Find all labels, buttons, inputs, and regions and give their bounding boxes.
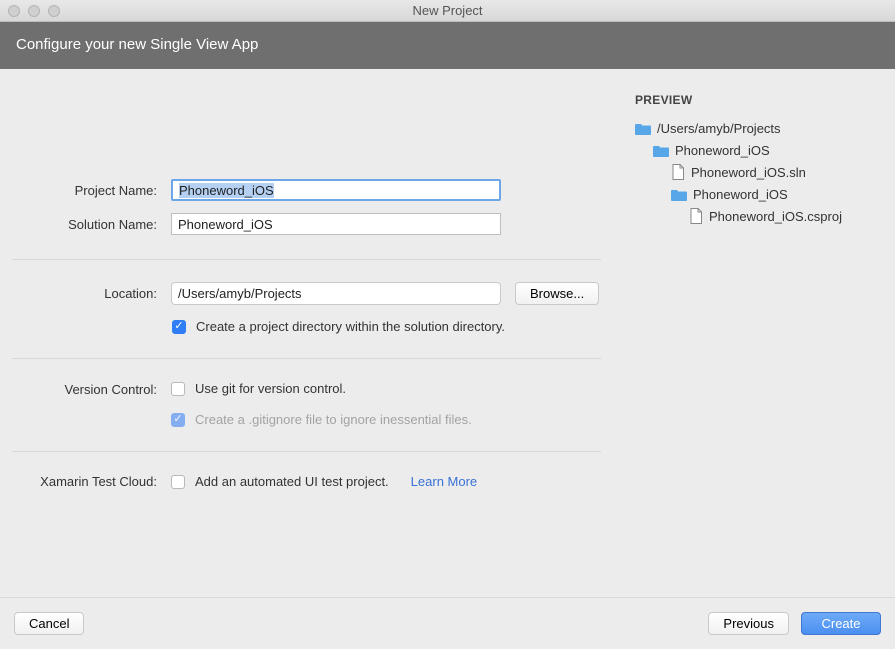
- file-icon: [671, 164, 685, 180]
- row-vc: Version Control: Use git for version con…: [12, 381, 601, 427]
- window-title: New Project: [0, 3, 895, 18]
- tree-row: Phoneword_iOS.sln: [635, 161, 879, 183]
- project-name-input[interactable]: Phoneword_iOS: [171, 179, 501, 201]
- form-pane: Project Name: Phoneword_iOS Solution Nam…: [0, 69, 625, 597]
- tree-label: Phoneword_iOS: [675, 143, 770, 158]
- window-controls: [8, 5, 60, 17]
- gitignore-label: Create a .gitignore file to ignore iness…: [195, 412, 472, 427]
- use-git-label: Use git for version control.: [195, 381, 346, 396]
- create-button[interactable]: Create: [801, 612, 881, 635]
- row-solution-name: Solution Name:: [12, 213, 601, 235]
- location-label: Location:: [12, 286, 157, 301]
- add-test-checkbox[interactable]: [171, 475, 185, 489]
- tree-label: Phoneword_iOS.csproj: [709, 209, 842, 224]
- version-control-label: Version Control:: [12, 381, 157, 397]
- row-location: Location: Browse...: [12, 282, 601, 305]
- section-test-cloud: Xamarin Test Cloud: Add an automated UI …: [12, 474, 601, 513]
- row-project-name: Project Name: Phoneword_iOS: [12, 179, 601, 201]
- close-icon[interactable]: [8, 5, 20, 17]
- solution-name-label: Solution Name:: [12, 217, 157, 232]
- create-dir-label: Create a project directory within the so…: [196, 319, 505, 334]
- row-create-dir: Create a project directory within the so…: [172, 319, 601, 334]
- row-gitignore: Create a .gitignore file to ignore iness…: [171, 412, 601, 427]
- test-cloud-label: Xamarin Test Cloud:: [12, 474, 157, 489]
- folder-icon: [671, 188, 687, 201]
- folder-icon: [635, 122, 651, 135]
- content-area: Project Name: Phoneword_iOS Solution Nam…: [0, 69, 895, 597]
- location-input[interactable]: [171, 282, 501, 305]
- preview-title: PREVIEW: [635, 93, 879, 107]
- row-test-cloud: Xamarin Test Cloud: Add an automated UI …: [12, 474, 601, 489]
- row-use-git: Use git for version control.: [171, 381, 601, 396]
- zoom-icon[interactable]: [48, 5, 60, 17]
- create-dir-checkbox[interactable]: [172, 320, 186, 334]
- tree-label: Phoneword_iOS.sln: [691, 165, 806, 180]
- tree-row: Phoneword_iOS: [635, 139, 879, 161]
- tree-label: /Users/amyb/Projects: [657, 121, 781, 136]
- use-git-checkbox[interactable]: [171, 382, 185, 396]
- learn-more-link[interactable]: Learn More: [411, 474, 477, 489]
- section-naming: Project Name: Phoneword_iOS Solution Nam…: [12, 179, 601, 260]
- tree-row: Phoneword_iOS.csproj: [635, 205, 879, 227]
- previous-button[interactable]: Previous: [708, 612, 789, 635]
- preview-pane: PREVIEW /Users/amyb/Projects Phoneword_i…: [625, 69, 895, 597]
- tree-row: Phoneword_iOS: [635, 183, 879, 205]
- section-location: Location: Browse... Create a project dir…: [12, 282, 601, 359]
- footer: Cancel Previous Create: [0, 597, 895, 649]
- folder-icon: [653, 144, 669, 157]
- solution-name-input[interactable]: [171, 213, 501, 235]
- section-version-control: Version Control: Use git for version con…: [12, 381, 601, 452]
- file-icon: [689, 208, 703, 224]
- titlebar: New Project: [0, 0, 895, 22]
- cancel-button[interactable]: Cancel: [14, 612, 84, 635]
- gitignore-checkbox: [171, 413, 185, 427]
- page-title: Configure your new Single View App: [0, 22, 895, 69]
- project-name-label: Project Name:: [12, 183, 157, 198]
- tree-row: /Users/amyb/Projects: [635, 117, 879, 139]
- project-name-value: Phoneword_iOS: [179, 183, 274, 198]
- tree-label: Phoneword_iOS: [693, 187, 788, 202]
- browse-button[interactable]: Browse...: [515, 282, 599, 305]
- add-test-label: Add an automated UI test project.: [195, 474, 389, 489]
- minimize-icon[interactable]: [28, 5, 40, 17]
